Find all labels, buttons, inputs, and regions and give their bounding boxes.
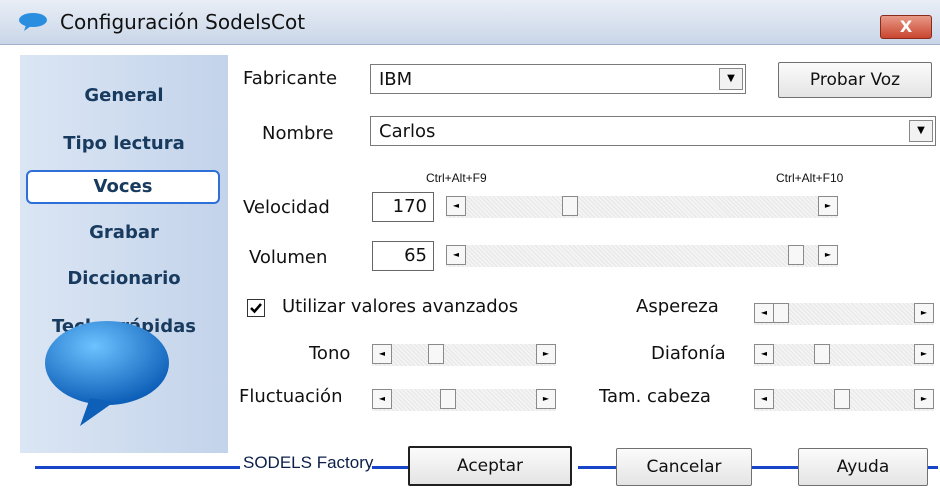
scroll-left-icon[interactable]: ◄ [754, 344, 774, 364]
config-window: Configuración SodelsCot X General Tipo l… [0, 0, 940, 500]
checkmark-icon [250, 303, 262, 314]
aspereza-slider-thumb[interactable] [773, 303, 789, 323]
close-button[interactable]: X [880, 15, 932, 39]
fluctuacion-slider[interactable]: ◄ ► [372, 389, 556, 411]
nombre-label: Nombre [262, 123, 334, 144]
velocidad-label: Velocidad [243, 197, 330, 218]
fabricante-value: IBM [379, 69, 413, 90]
scroll-right-icon[interactable]: ► [914, 303, 934, 323]
scroll-left-icon[interactable]: ◄ [754, 303, 774, 323]
sidebar-item-voces[interactable]: Voces [26, 170, 220, 204]
scroll-right-icon[interactable]: ► [818, 245, 838, 265]
sidebar-item-diccionario[interactable]: Diccionario [20, 268, 228, 289]
tam-cabeza-slider[interactable]: ◄ ► [754, 389, 934, 411]
speech-bubble-logo-icon [45, 321, 169, 426]
window-title: Configuración SodelsCot [60, 10, 306, 34]
volumen-label: Volumen [249, 247, 328, 268]
sidebar-item-general[interactable]: General [20, 85, 228, 106]
volumen-slider-thumb[interactable] [788, 245, 804, 265]
scroll-right-icon[interactable]: ► [536, 389, 556, 409]
fabricante-select[interactable]: IBM ▼ [370, 64, 746, 94]
diafonia-label: Diafonía [651, 343, 726, 364]
diafonia-slider-thumb[interactable] [814, 344, 830, 364]
fluctuacion-slider-thumb[interactable] [440, 389, 456, 409]
sidebar-item-tipo-lectura[interactable]: Tipo lectura [20, 133, 228, 154]
velocidad-slider-thumb[interactable] [562, 196, 578, 216]
title-bar[interactable]: Configuración SodelsCot X [0, 0, 940, 45]
speech-bubble-icon [19, 13, 47, 31]
sidebar-item-grabar[interactable]: Grabar [20, 222, 228, 243]
scroll-right-icon[interactable]: ► [818, 196, 838, 216]
nombre-value: Carlos [379, 121, 436, 142]
tam-cabeza-slider-thumb[interactable] [834, 389, 850, 409]
footer-divider-mid2 [578, 466, 618, 469]
nombre-select[interactable]: Carlos ▼ [370, 116, 936, 146]
advanced-checkbox[interactable] [247, 299, 265, 317]
aceptar-button[interactable]: Aceptar [408, 446, 572, 486]
footer-divider-left [35, 466, 240, 469]
diafonia-slider[interactable]: ◄ ► [754, 344, 934, 366]
tam-cabeza-label: Tam. cabeza [599, 386, 711, 407]
scroll-left-icon[interactable]: ◄ [446, 196, 466, 216]
volumen-slider[interactable]: ◄ ► [446, 245, 838, 267]
scroll-left-icon[interactable]: ◄ [372, 344, 392, 364]
probar-voz-button[interactable]: Probar Voz [778, 62, 932, 98]
scroll-left-icon[interactable]: ◄ [754, 389, 774, 409]
cancelar-button[interactable]: Cancelar [616, 448, 752, 486]
velocidad-shortcut-right: Ctrl+Alt+F10 [776, 171, 844, 185]
advanced-checkbox-label: Utilizar valores avanzados [282, 296, 519, 317]
chevron-down-icon[interactable]: ▼ [909, 120, 933, 142]
sodels-factory-logo: SODELS Factory [243, 453, 374, 472]
scroll-right-icon[interactable]: ► [536, 344, 556, 364]
aspereza-label: Aspereza [636, 296, 719, 317]
footer-divider-mid3 [750, 466, 800, 469]
scroll-right-icon[interactable]: ► [914, 389, 934, 409]
tono-slider[interactable]: ◄ ► [372, 344, 556, 366]
footer-divider-mid [372, 466, 410, 469]
scroll-left-icon[interactable]: ◄ [446, 245, 466, 265]
ayuda-button[interactable]: Ayuda [798, 448, 928, 486]
scroll-right-icon[interactable]: ► [914, 344, 934, 364]
chevron-down-icon[interactable]: ▼ [719, 68, 743, 90]
tono-slider-thumb[interactable] [428, 344, 444, 364]
volumen-value[interactable]: 65 [372, 241, 434, 271]
velocidad-slider[interactable]: ◄ ► [446, 196, 838, 218]
scroll-left-icon[interactable]: ◄ [372, 389, 392, 409]
velocidad-value[interactable]: 170 [372, 192, 434, 222]
velocidad-shortcut-left: Ctrl+Alt+F9 [426, 171, 487, 185]
fabricante-label: Fabricante [243, 68, 338, 89]
tono-label: Tono [309, 343, 351, 364]
fluctuacion-label: Fluctuación [239, 386, 343, 407]
aspereza-slider[interactable]: ◄ ► [754, 303, 934, 325]
